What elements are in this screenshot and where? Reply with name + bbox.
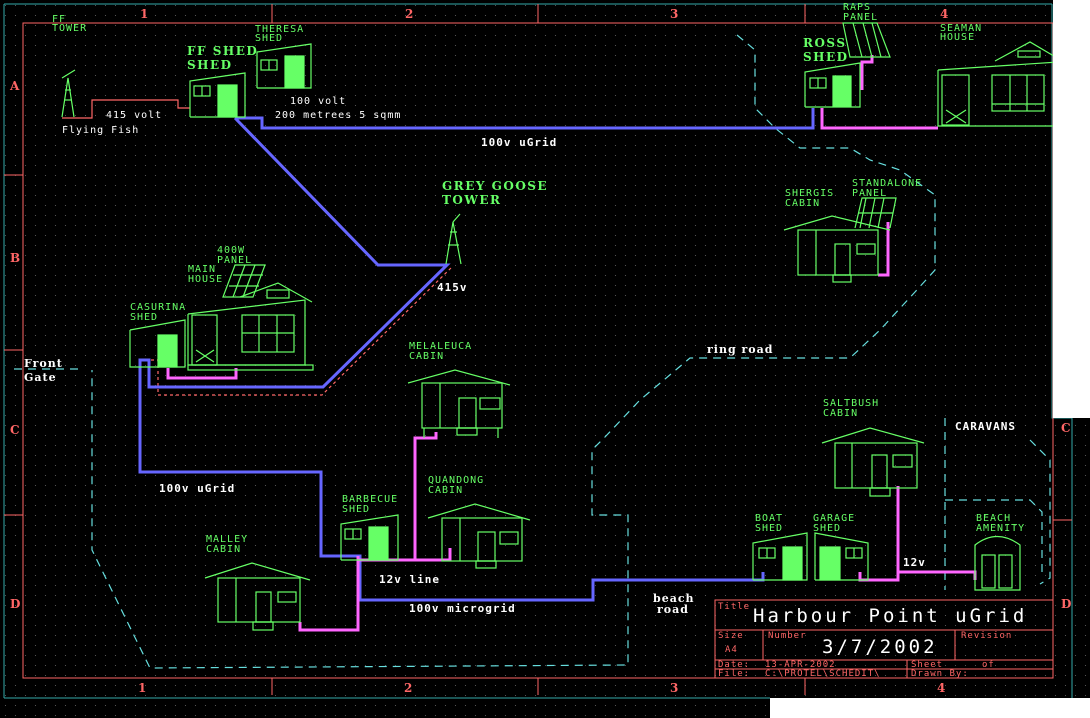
- zone-row-c-left: C: [10, 423, 20, 437]
- panel-400w-label-2: PANEL: [217, 255, 252, 266]
- zone-row-a-left: A: [9, 79, 20, 93]
- ring-road-label: ring road: [707, 343, 773, 356]
- quandong-label-2: CABIN: [428, 485, 463, 496]
- cable-spec-label: 200 metrees 5 sqmm: [275, 110, 401, 121]
- drawing-title: Harbour Point uGrid: [753, 605, 1027, 627]
- size-label: Size: [718, 631, 744, 641]
- theresa-shed-label-2: SHED: [255, 33, 283, 44]
- grey-goose-label-2: TOWER: [442, 193, 501, 207]
- microgrid-label: 100v microgrid: [409, 602, 516, 615]
- zone-row-d-right: D: [1061, 597, 1071, 611]
- caravans-label: CARAVANS: [955, 420, 1016, 433]
- casurina-shed-label-2: SHED: [130, 312, 158, 323]
- white-margin-bottom: [770, 698, 1090, 718]
- file-value: C:\PROTEL\SCHEDIT\: [765, 669, 881, 679]
- flying-fish-label: Flying Fish: [62, 125, 139, 136]
- zone-col-4-bottom: 4: [937, 681, 945, 695]
- zone-col-1-bottom: 1: [138, 681, 146, 695]
- volt-415-tower-label: 415v: [437, 281, 468, 294]
- garage-shed-label-2: SHED: [813, 523, 841, 534]
- melaleuca-label-2: CABIN: [409, 351, 444, 362]
- beach-road-label-2: road: [657, 603, 689, 616]
- beach-amenity-label-2: AMENITY: [976, 523, 1025, 534]
- grey-goose-label-1: GREY GOOSE: [442, 179, 548, 193]
- number-value: 3/7/2002: [822, 636, 938, 658]
- zone-col-3-top: 3: [670, 7, 678, 21]
- main-house-label-2: HOUSE: [188, 274, 223, 285]
- zone-row-b-left: B: [10, 251, 20, 265]
- ff-shed-label-1: FF SHED: [187, 44, 258, 58]
- volt-415-label: 415 volt: [106, 110, 162, 121]
- ff-tower-label-2: TOWER: [52, 23, 87, 34]
- size-value: A4: [725, 645, 738, 655]
- saltbush-label-2: CABIN: [823, 408, 858, 419]
- v12-right-label: 12v: [903, 556, 926, 569]
- standalone-panel-label-2: PANEL: [852, 188, 887, 199]
- shergis-cabin-label-2: CABIN: [785, 198, 820, 209]
- white-margin-right: [1053, 0, 1090, 418]
- site-plan-drawing: 1 2 3 4 1 2 3 4 A B C D A B C D: [0, 0, 1090, 718]
- zone-col-2-bottom: 2: [404, 681, 412, 695]
- schematic-canvas: 1 2 3 4 1 2 3 4 A B C D A B C D: [0, 0, 1090, 718]
- zone-col-2-top: 2: [405, 7, 413, 21]
- ff-shed-label-2: SHED: [187, 58, 233, 72]
- number-label: Number: [768, 631, 807, 641]
- zone-col-1-top: 1: [140, 7, 148, 21]
- sheet-of-label: of: [982, 660, 995, 670]
- zone-col-4-top: 4: [940, 7, 948, 21]
- zone-row-c-right: C: [1061, 421, 1071, 435]
- ugrid-top-label: 100v uGrid: [481, 136, 557, 149]
- ross-shed-label-1: ROSS: [803, 36, 847, 50]
- zone-row-d-left: D: [10, 597, 20, 611]
- line-12v-label: 12v line: [379, 573, 440, 586]
- boat-shed-label-2: SHED: [755, 523, 783, 534]
- ross-shed-label-2: SHED: [803, 50, 849, 64]
- volt-100-label: 100 volt: [290, 96, 346, 107]
- revision-label: Revision: [961, 631, 1012, 641]
- malley-label-2: CABIN: [206, 544, 241, 555]
- drawn-by-label: Drawn By:: [911, 669, 969, 679]
- zone-col-3-bottom: 3: [670, 681, 678, 695]
- title-label: Title: [718, 602, 750, 612]
- ugrid-left-label: 100v uGrid: [159, 482, 235, 495]
- file-label: File:: [718, 669, 750, 679]
- raps-panel-label-2: PANEL: [843, 12, 878, 23]
- front-gate-label-2: Gate: [24, 371, 57, 384]
- seaman-house-label-2: HOUSE: [940, 32, 975, 43]
- front-gate-label-1: Front: [24, 357, 63, 370]
- barbecue-label-2: SHED: [342, 504, 370, 515]
